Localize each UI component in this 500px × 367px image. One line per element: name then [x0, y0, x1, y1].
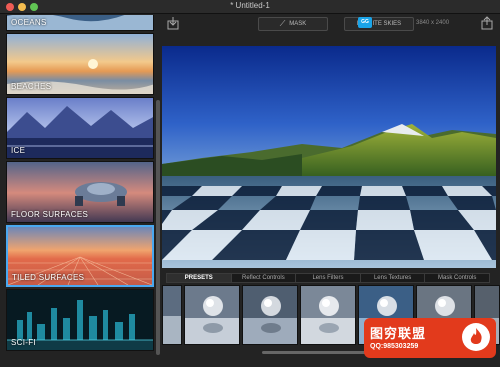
tab-reflect-controls[interactable]: Reflect Controls	[232, 274, 297, 282]
category-beaches[interactable]: BEACHES	[6, 33, 154, 95]
app-window: * Untitled-1 OCEANS BEACHES ICE FLOOR SU…	[0, 0, 500, 367]
ice-thumbnail	[7, 98, 153, 158]
window-title: * Untitled-1	[230, 1, 270, 10]
preview-image	[162, 46, 496, 268]
controls-tabs: PRESETS Reflect Controls Lens Filters Le…	[166, 273, 490, 283]
watermark-qq: QQ:985303259	[370, 343, 419, 350]
category-label: BEACHES	[11, 82, 52, 91]
category-label: ICE	[11, 146, 26, 155]
category-sci-fi[interactable]: SCI-FI	[6, 289, 154, 351]
category-oceans[interactable]: OCEANS	[6, 15, 154, 31]
preset-thumbnail[interactable]	[162, 285, 182, 345]
tab-mask-controls[interactable]: Mask Controls	[425, 274, 489, 282]
preset-thumbnail[interactable]	[184, 285, 240, 345]
preset-thumbnail[interactable]	[300, 285, 356, 345]
tab-presets[interactable]: PRESETS	[167, 274, 232, 282]
category-sidebar: OCEANS BEACHES ICE FLOOR SURFACES TILED …	[6, 15, 154, 355]
watermark-logo: 图穷联盟 QQ:985303259	[364, 318, 496, 358]
tab-lens-textures[interactable]: Lens Textures	[361, 274, 426, 282]
flame-icon	[462, 323, 490, 351]
sky-replace-button[interactable]: INFINITE SKIES	[344, 17, 414, 31]
image-preview[interactable]	[162, 46, 496, 268]
watermark-title: 图穷联盟	[370, 326, 427, 341]
tab-lens-filters[interactable]: Lens Filters	[296, 274, 361, 282]
import-icon[interactable]	[166, 16, 180, 30]
mask-button-label: MASK	[289, 21, 307, 27]
category-ice[interactable]: ICE	[6, 97, 154, 159]
brush-icon: ⟋	[279, 19, 286, 28]
preset-thumbnail[interactable]	[242, 285, 298, 345]
category-floor-surfaces[interactable]: FLOOR SURFACES	[6, 161, 154, 223]
resolution-readout: 3840 x 2400	[416, 20, 450, 26]
category-label: OCEANS	[11, 18, 47, 27]
sidebar-scrollbar[interactable]	[156, 100, 160, 355]
category-label: FLOOR SURFACES	[11, 210, 89, 219]
toolbar: ⟋ MASK INFINITE SKIES 3840 x 2400	[162, 14, 500, 44]
share-icon[interactable]	[480, 16, 494, 30]
category-label: SCI-FI	[11, 338, 36, 347]
mask-button[interactable]: ⟋ MASK	[258, 17, 328, 31]
app-badge: GG	[358, 17, 372, 28]
category-label: TILED SURFACES	[12, 273, 85, 282]
category-tiled-surfaces[interactable]: TILED SURFACES	[6, 225, 154, 287]
title-bar: * Untitled-1	[0, 0, 500, 14]
